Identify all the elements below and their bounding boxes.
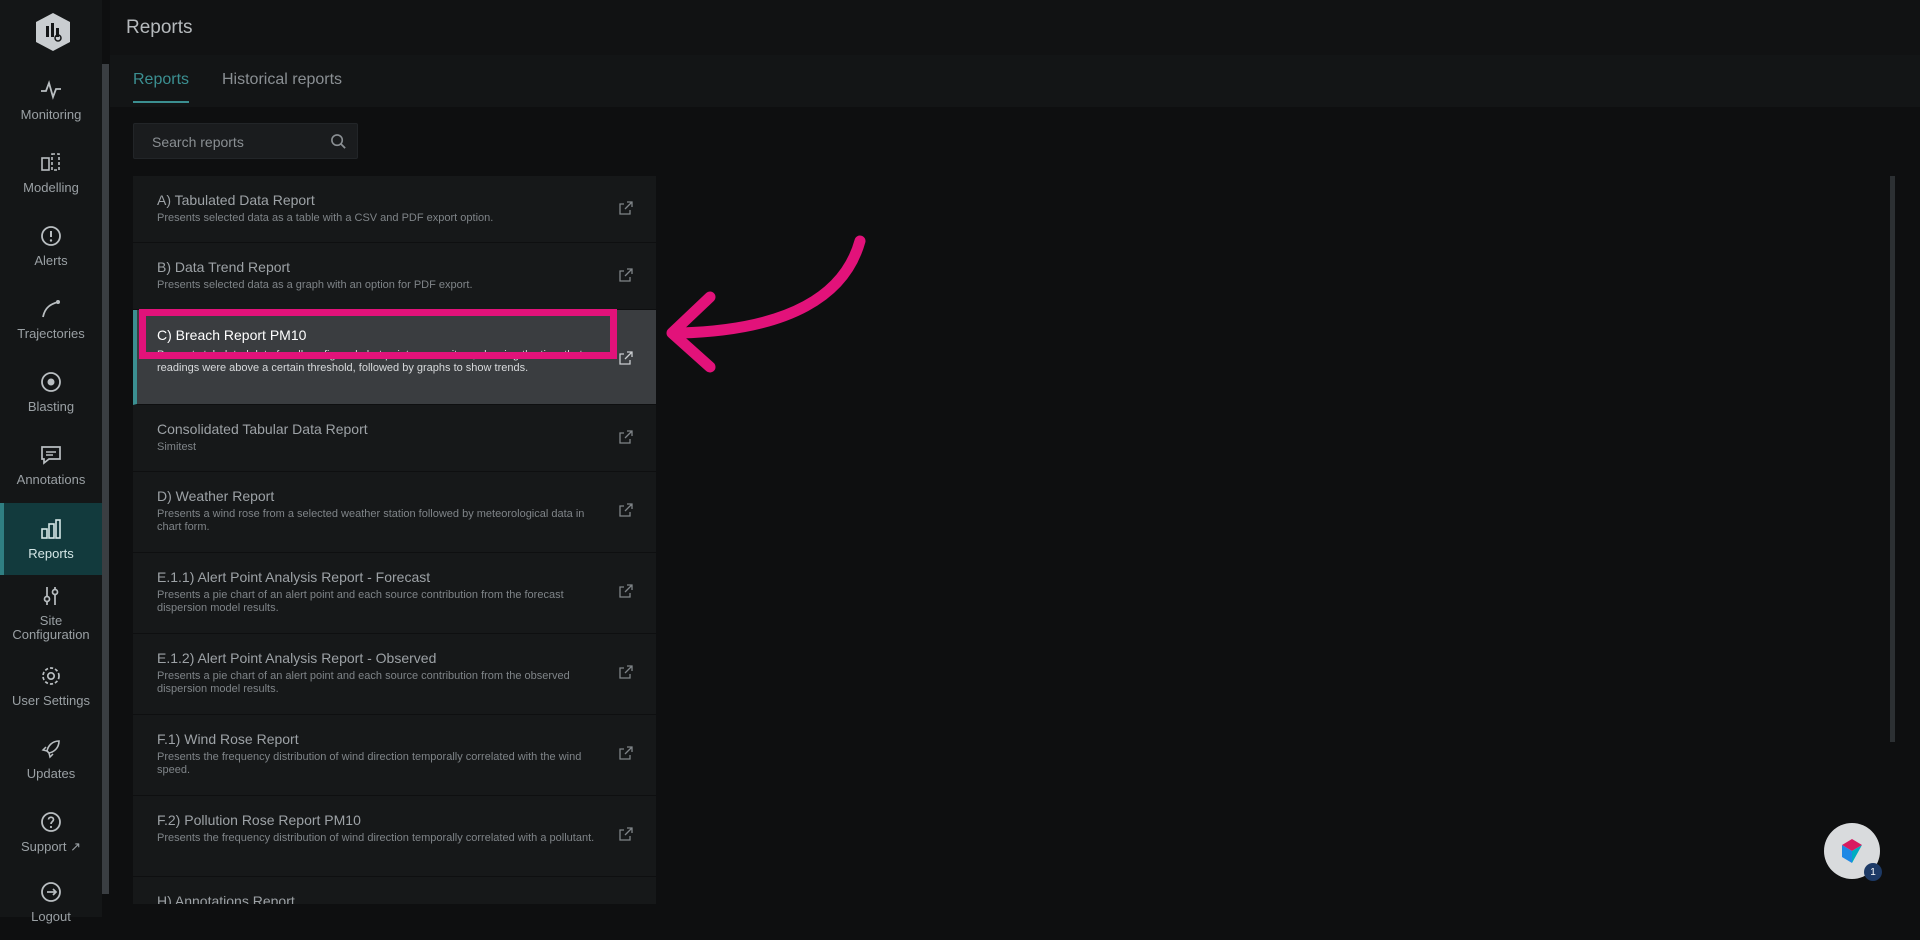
sidebar-item-label: Blasting <box>27 399 75 414</box>
sidebar-item-label: Trajectories <box>17 326 85 341</box>
sidebar-item-label: Alerts <box>34 253 68 268</box>
content-scrollbar[interactable] <box>1890 176 1895 742</box>
report-item-e11[interactable]: E.1.1) Alert Point Analysis Report - For… <box>133 553 656 634</box>
help-widget-button[interactable]: 1 <box>1824 823 1882 881</box>
report-title: Consolidated Tabular Data Report <box>157 421 368 437</box>
report-description: Simitest <box>157 441 197 453</box>
sidebar: Monitoring Modelling Alerts Trajectories… <box>0 0 102 924</box>
sidebar-item-monitoring[interactable]: Monitoring <box>0 64 102 136</box>
sidebar-item-label: Updates <box>26 766 76 781</box>
annotation-arrow <box>666 235 866 373</box>
sidebar-item-updates[interactable]: Updates <box>0 723 102 795</box>
app-logo[interactable] <box>34 12 72 52</box>
sidebar-item-label: Annotations <box>16 472 86 487</box>
tab-bar: Reports Historical reports <box>110 55 1920 107</box>
report-description: Presents selected data as a table with a… <box>157 212 494 224</box>
sidebar-item-label: User Settings <box>11 693 91 708</box>
pulse-icon <box>41 80 61 100</box>
report-description: Presents the frequency distribution of w… <box>157 832 595 844</box>
external-link-icon[interactable] <box>618 200 634 216</box>
sidebar-item-logout[interactable]: Logout <box>0 868 102 940</box>
external-link-icon[interactable] <box>618 745 634 761</box>
external-link-icon[interactable] <box>618 583 634 599</box>
report-item-e12[interactable]: E.1.2) Alert Point Analysis Report - Obs… <box>133 634 656 715</box>
sidebar-item-label: Logout <box>31 909 71 924</box>
report-description: Presents a wind rose from a selected wea… <box>157 508 585 533</box>
sidebar-item-blasting[interactable]: Blasting <box>0 356 102 428</box>
sidebar-scrollbar[interactable] <box>102 64 109 894</box>
gear-icon <box>42 667 60 685</box>
external-link-icon: ↗ <box>70 839 82 854</box>
tab-reports[interactable]: Reports <box>133 71 190 103</box>
sidebar-item-label: Site Configuration <box>12 613 90 642</box>
help-circle-icon <box>41 812 61 832</box>
report-title: F.1) Wind Rose Report <box>157 731 299 747</box>
notification-badge: 1 <box>1864 863 1882 881</box>
external-link-icon[interactable] <box>618 664 634 680</box>
report-title: B) Data Trend Report <box>157 259 291 275</box>
report-title: E.1.1) Alert Point Analysis Report - For… <box>157 569 431 585</box>
report-description: Presents the frequency distribution of w… <box>157 751 582 776</box>
external-link-icon[interactable] <box>618 826 634 842</box>
page-header: Reports <box>110 0 1920 55</box>
external-link-icon[interactable] <box>618 502 634 518</box>
sidebar-item-trajectories[interactable]: Trajectories <box>0 283 102 355</box>
logout-icon <box>41 882 61 902</box>
alert-circle-icon <box>41 226 61 246</box>
report-list: A) Tabulated Data Report Presents select… <box>133 176 656 904</box>
external-link-icon[interactable] <box>618 350 634 366</box>
report-description: Presents a pie chart of an alert point a… <box>157 670 570 695</box>
external-link-icon[interactable] <box>618 267 634 283</box>
report-item-a[interactable]: A) Tabulated Data Report Presents select… <box>133 176 656 243</box>
report-item-b[interactable]: B) Data Trend Report Presents selected d… <box>133 243 656 310</box>
sidebar-item-site-configuration[interactable]: Site Configuration <box>0 577 102 649</box>
search-input[interactable] <box>150 133 324 151</box>
modelling-icon <box>41 153 60 171</box>
report-item-f1[interactable]: F.1) Wind Rose Report Presents the frequ… <box>133 715 656 796</box>
sliders-icon <box>43 587 59 605</box>
sidebar-item-user-settings[interactable]: User Settings <box>0 650 102 722</box>
target-icon <box>41 372 61 392</box>
report-title: F.2) Pollution Rose Report PM10 <box>157 812 361 828</box>
sidebar-item-modelling[interactable]: Modelling <box>0 137 102 209</box>
report-item-h[interactable]: H) Annotations Report <box>133 877 656 904</box>
sidebar-item-support[interactable]: Support ↗ <box>0 796 102 868</box>
sidebar-item-label: Monitoring <box>20 107 82 122</box>
search-box <box>133 123 358 159</box>
help-widget-icon <box>1842 839 1862 863</box>
sidebar-item-label: Modelling <box>23 180 79 195</box>
sidebar-item-annotations[interactable]: Annotations <box>0 429 102 501</box>
report-item-f2[interactable]: F.2) Pollution Rose Report PM10 Presents… <box>133 796 656 877</box>
bar-chart-icon <box>41 519 61 539</box>
report-title: E.1.2) Alert Point Analysis Report - Obs… <box>157 650 437 666</box>
report-title: D) Weather Report <box>157 488 275 504</box>
sidebar-item-label: Reports <box>28 546 74 561</box>
report-description: Presents selected data as a graph with a… <box>157 279 473 291</box>
report-title: A) Tabulated Data Report <box>157 192 315 208</box>
report-description: Presents a pie chart of an alert point a… <box>157 589 564 614</box>
report-title: H) Annotations Report <box>157 893 295 904</box>
report-item-consolidated[interactable]: Consolidated Tabular Data Report Simites… <box>133 405 656 472</box>
tab-historical-reports[interactable]: Historical reports <box>222 71 342 101</box>
external-link-icon[interactable] <box>618 429 634 445</box>
report-item-d[interactable]: D) Weather Report Presents a wind rose f… <box>133 472 656 553</box>
highlight-box <box>139 309 617 359</box>
trajectory-icon <box>42 300 60 318</box>
comment-icon <box>41 446 61 465</box>
sidebar-item-label: Support ↗ <box>20 839 82 854</box>
sidebar-item-reports[interactable]: Reports <box>0 503 102 575</box>
search-icon[interactable] <box>330 133 347 150</box>
rocket-icon <box>41 740 60 759</box>
page-title: Reports <box>126 17 193 38</box>
sidebar-item-alerts[interactable]: Alerts <box>0 210 102 282</box>
